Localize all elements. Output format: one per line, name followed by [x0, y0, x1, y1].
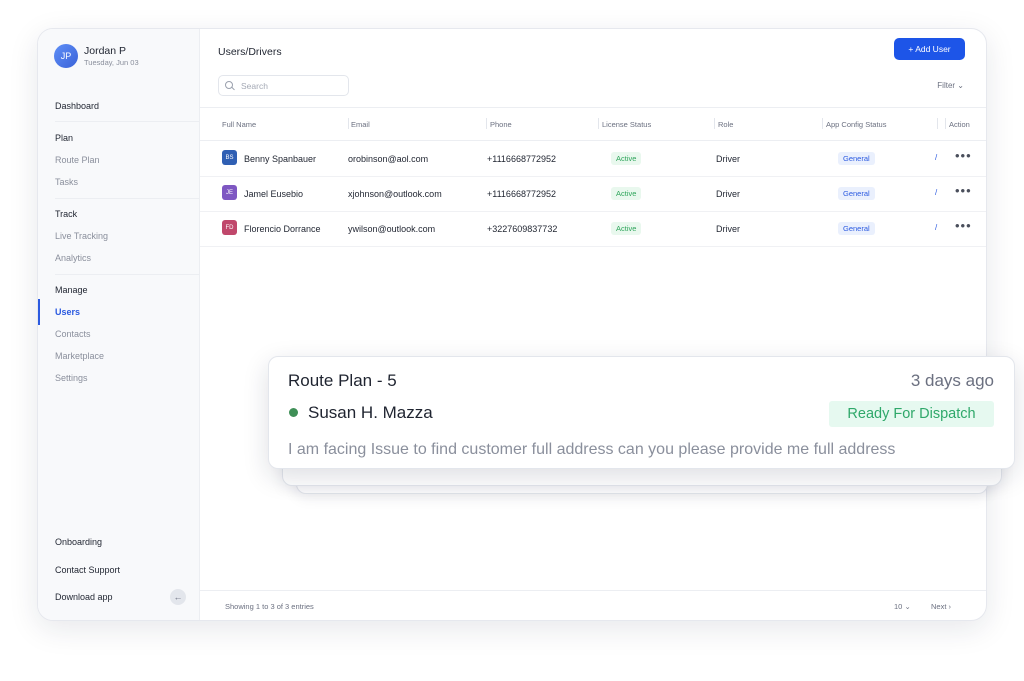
license-status-badge: Active: [611, 152, 642, 165]
table-header: Full Name Email Phone License Status Rol…: [200, 107, 986, 141]
user-full-name: Benny Spanbauer: [244, 154, 317, 164]
search-box[interactable]: [218, 75, 349, 96]
user-initials-badge: BS: [222, 150, 237, 165]
column-header: Action: [949, 120, 970, 129]
column-separator: [945, 118, 946, 129]
user-phone: +1116668772952: [487, 154, 556, 164]
sidebar-item-download-app[interactable]: Download app: [55, 592, 113, 602]
column-separator: [822, 118, 823, 129]
user-name: Jordan P: [84, 45, 127, 57]
next-label: Next: [931, 602, 947, 611]
table-row[interactable]: JE Jamel Eusebio xjohnson@outlook.com +1…: [200, 177, 986, 212]
avatar: JP: [54, 44, 78, 68]
divider: [55, 198, 200, 199]
divider: [55, 121, 200, 122]
sidebar-item-dashboard[interactable]: Dashboard: [55, 101, 99, 111]
column-separator: [714, 118, 715, 129]
table-row[interactable]: BS Benny Spanbauer orobinson@aol.com +11…: [200, 142, 986, 177]
user-email: orobinson@aol.com: [348, 154, 429, 164]
notification-message: I am facing Issue to find customer full …: [288, 441, 896, 458]
notification-time: 3 days ago: [910, 371, 994, 390]
app-config-badge: General: [838, 222, 875, 235]
notification-title: Route Plan - 5: [288, 371, 397, 390]
sidebar-item-contact-support[interactable]: Contact Support: [55, 565, 120, 575]
sidebar-item-marketplace[interactable]: Marketplace: [55, 351, 104, 361]
section-title-plan: Plan: [55, 133, 74, 143]
section-title-track: Track: [55, 209, 78, 219]
column-separator: [486, 118, 487, 129]
edit-link-icon[interactable]: /: [935, 188, 937, 197]
user-full-name: Jamel Eusebio: [244, 189, 304, 199]
sidebar-item-onboarding[interactable]: Onboarding: [55, 537, 102, 547]
online-status-dot: [289, 408, 298, 417]
user-email: ywilson@outlook.com: [348, 224, 436, 234]
column-header[interactable]: Role: [718, 120, 733, 129]
user-initials-badge: JE: [222, 185, 237, 200]
chevron-down-icon: ⌄: [957, 81, 964, 90]
user-initials-badge: FD: [222, 220, 237, 235]
user-profile[interactable]: JP Jordan P Tuesday, Jun 03: [54, 44, 139, 68]
section-title-manage: Manage: [55, 285, 88, 295]
main-content: Users/Drivers + Add User Filter ⌄ Full N…: [200, 29, 986, 620]
user-email: xjohnson@outlook.com: [348, 189, 442, 199]
edit-link-icon[interactable]: /: [935, 223, 937, 232]
filter-button[interactable]: Filter ⌄: [937, 81, 964, 90]
table-footer: Showing 1 to 3 of 3 entries 10 ⌄ Next ›: [200, 590, 986, 620]
user-phone: +3227609837732: [487, 224, 558, 234]
app-config-badge: General: [838, 187, 875, 200]
app-stage: JP Jordan P Tuesday, Jun 03 Dashboard Pl…: [0, 0, 1024, 681]
chevron-right-icon: ›: [948, 602, 952, 611]
next-page-button[interactable]: Next ›: [931, 602, 951, 611]
add-user-button[interactable]: + Add User: [894, 38, 965, 60]
more-options-icon[interactable]: •••: [955, 148, 972, 163]
column-separator: [937, 118, 938, 129]
user-full-name: Florencio Dorrance: [244, 224, 321, 234]
chevron-down-icon: ⌄: [904, 602, 911, 611]
active-indicator: [38, 299, 40, 325]
notification-person: Susan H. Mazza: [308, 403, 433, 422]
sidebar-item-users[interactable]: Users: [55, 307, 80, 317]
search-icon: [225, 80, 235, 91]
column-separator: [598, 118, 599, 129]
user-role: Driver: [716, 224, 740, 234]
column-header[interactable]: License Status: [602, 120, 651, 129]
column-header[interactable]: Full Name: [222, 120, 256, 129]
page-size-value: 10: [894, 602, 903, 611]
sidebar-item-contacts[interactable]: Contacts: [55, 329, 91, 339]
arrow-left-icon[interactable]: ←: [170, 589, 186, 605]
sidebar-item-tasks[interactable]: Tasks: [55, 177, 78, 187]
column-separator: [348, 118, 349, 129]
app-config-badge: General: [838, 152, 875, 165]
app-window: JP Jordan P Tuesday, Jun 03 Dashboard Pl…: [37, 28, 987, 621]
search-input[interactable]: [241, 80, 341, 91]
page-title: Users/Drivers: [218, 46, 282, 58]
column-header[interactable]: Email: [351, 120, 370, 129]
divider: [55, 274, 200, 275]
sidebar-item-settings[interactable]: Settings: [55, 373, 88, 383]
entries-info: Showing 1 to 3 of 3 entries: [225, 602, 314, 611]
sidebar-item-analytics[interactable]: Analytics: [55, 253, 91, 263]
user-date: Tuesday, Jun 03: [84, 58, 139, 67]
more-options-icon[interactable]: •••: [955, 218, 972, 233]
dispatch-status-badge: Ready For Dispatch: [829, 401, 994, 427]
user-role: Driver: [716, 154, 740, 164]
user-role: Driver: [716, 189, 740, 199]
filter-label: Filter: [937, 81, 956, 90]
sidebar-item-route-plan[interactable]: Route Plan: [55, 155, 100, 165]
license-status-badge: Active: [611, 222, 642, 235]
user-phone: +1116668772952: [487, 189, 556, 199]
sidebar: JP Jordan P Tuesday, Jun 03 Dashboard Pl…: [38, 29, 200, 620]
column-header[interactable]: App Config Status: [826, 120, 886, 129]
column-header[interactable]: Phone: [490, 120, 512, 129]
page-size-select[interactable]: 10 ⌄: [894, 602, 911, 611]
notification-card[interactable]: Route Plan - 5 3 days ago Susan H. Mazza…: [268, 356, 1015, 469]
table-row[interactable]: FD Florencio Dorrance ywilson@outlook.co…: [200, 212, 986, 247]
sidebar-item-live-tracking[interactable]: Live Tracking: [55, 231, 108, 241]
edit-link-icon[interactable]: /: [935, 153, 937, 162]
license-status-badge: Active: [611, 187, 642, 200]
more-options-icon[interactable]: •••: [955, 183, 972, 198]
